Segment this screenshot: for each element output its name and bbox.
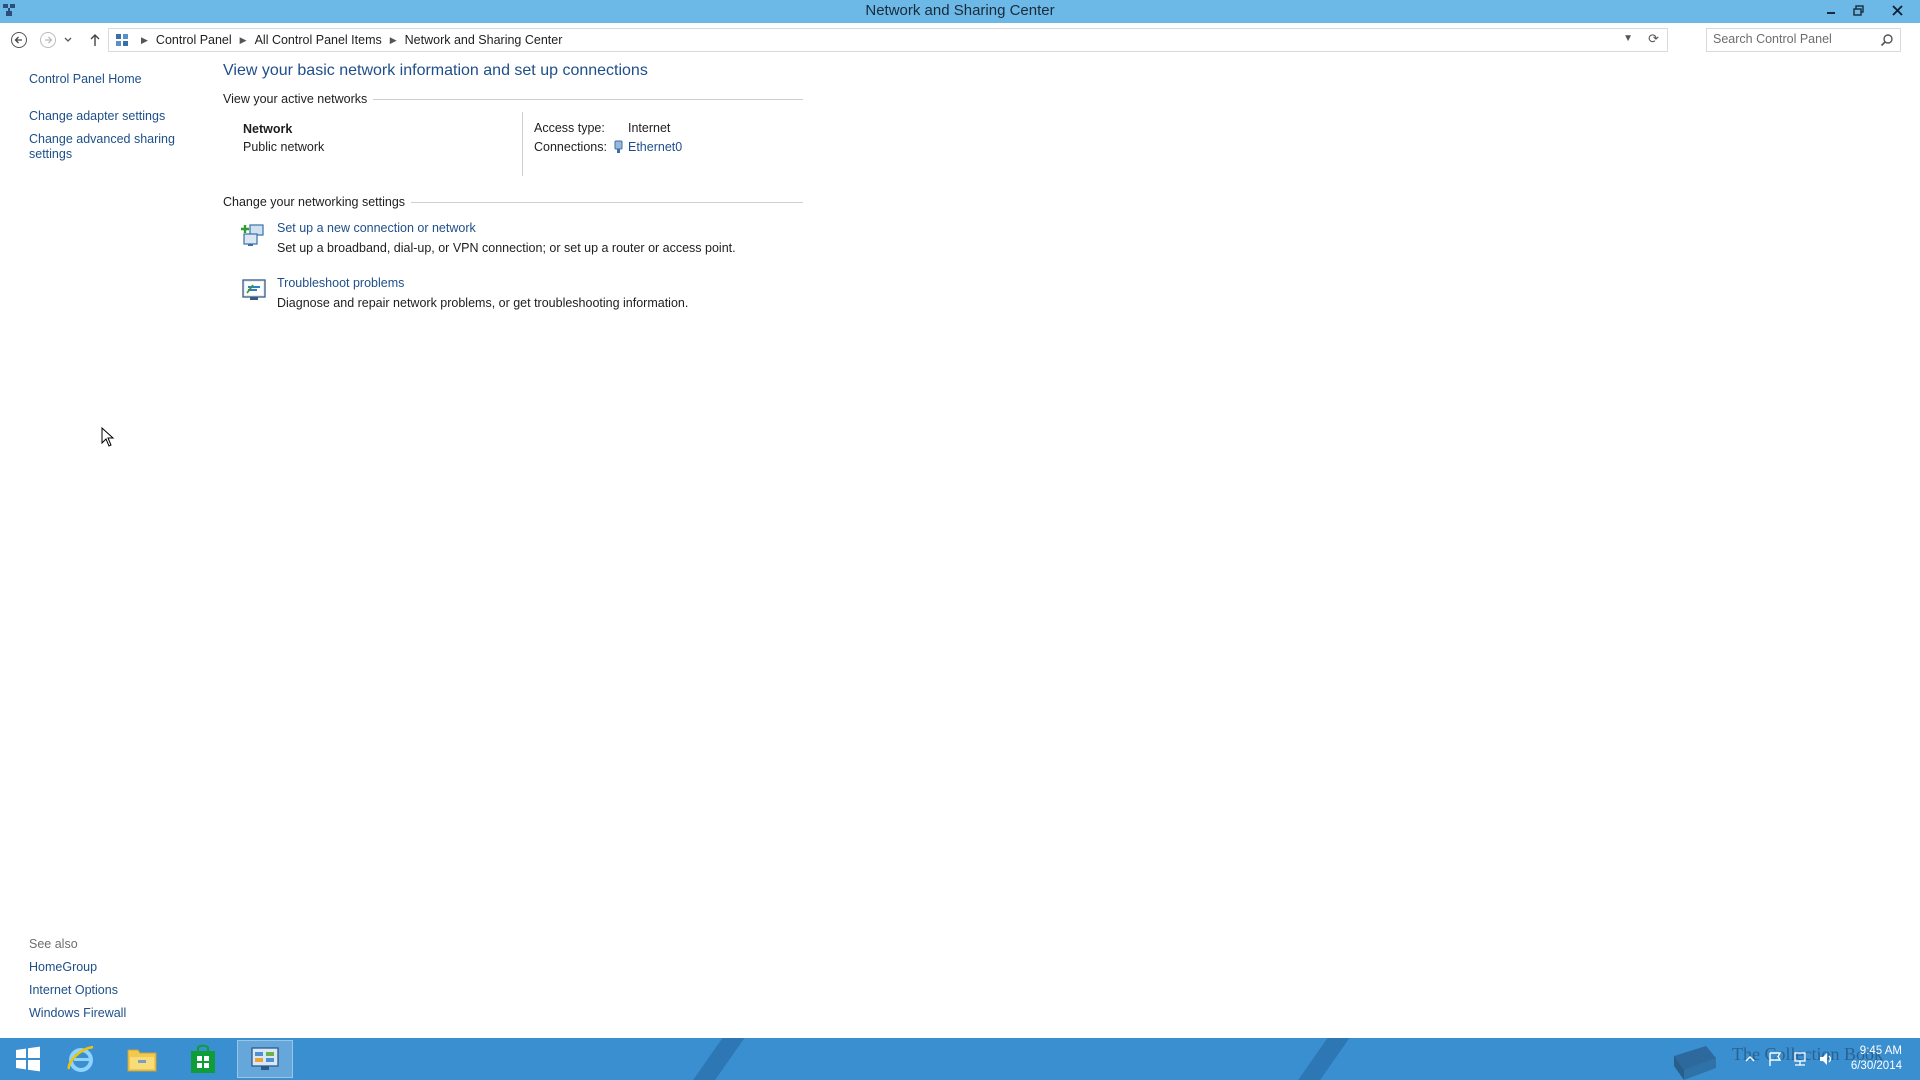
system-tray bbox=[1744, 1038, 1834, 1080]
breadcrumb-separator-icon[interactable]: ▶ bbox=[240, 35, 247, 46]
start-icon bbox=[16, 1046, 40, 1072]
internet-options-link[interactable]: Internet Options bbox=[29, 983, 209, 998]
up-button[interactable] bbox=[84, 29, 106, 51]
minimize-icon bbox=[1827, 12, 1835, 14]
minimize-button[interactable] bbox=[1818, 0, 1844, 20]
homegroup-link[interactable]: HomeGroup bbox=[29, 960, 209, 975]
setup-new-connection-link[interactable]: Set up a new connection or network bbox=[277, 221, 476, 236]
close-button[interactable] bbox=[1880, 0, 1914, 20]
change-advanced-sharing-link[interactable]: Change advanced sharing settings bbox=[29, 132, 179, 162]
recent-locations-button[interactable] bbox=[62, 29, 74, 51]
search-input[interactable] bbox=[1713, 32, 1873, 46]
vertical-divider bbox=[522, 112, 523, 176]
breadcrumb-all-items[interactable]: All Control Panel Items bbox=[255, 33, 382, 47]
control-panel-home-link[interactable]: Control Panel Home bbox=[29, 72, 189, 87]
connections-label: Connections: bbox=[534, 140, 607, 154]
start-button[interactable] bbox=[0, 1040, 56, 1078]
breadcrumb-network-center[interactable]: Network and Sharing Center bbox=[405, 33, 563, 47]
control-panel-icon bbox=[251, 1047, 279, 1070]
taskbar-decoration bbox=[1285, 1038, 1357, 1080]
forward-arrow-icon bbox=[40, 32, 56, 48]
window-title: Network and Sharing Center bbox=[865, 2, 1055, 19]
new-connection-icon bbox=[241, 224, 264, 246]
access-type-label: Access type: bbox=[534, 121, 605, 135]
refresh-icon[interactable]: ⟳ bbox=[1648, 31, 1659, 47]
internet-explorer-taskbar-button[interactable] bbox=[53, 1040, 109, 1078]
troubleshoot-description: Diagnose and repair network problems, or… bbox=[277, 296, 689, 310]
section-divider bbox=[373, 98, 803, 100]
change-adapter-settings-link[interactable]: Change adapter settings bbox=[29, 109, 189, 124]
chevron-down-icon bbox=[64, 37, 72, 42]
section-divider bbox=[411, 201, 803, 203]
page-title: View your basic network information and … bbox=[223, 62, 648, 79]
restore-button[interactable] bbox=[1845, 0, 1871, 20]
book-watermark-icon bbox=[1674, 1046, 1716, 1080]
main-content: View your basic network information and … bbox=[223, 62, 803, 331]
up-arrow-icon bbox=[90, 34, 100, 46]
mouse-cursor-icon bbox=[101, 427, 115, 447]
setup-connection-description: Set up a broadband, dial-up, or VPN conn… bbox=[277, 241, 736, 255]
taskbar: The Collection Book 9:45 AM 6/30/2014 bbox=[0, 1038, 1920, 1080]
restore-icon bbox=[1852, 4, 1864, 16]
network-name: Network bbox=[243, 122, 293, 136]
address-dropdown-icon[interactable]: ▼ bbox=[1623, 33, 1633, 44]
store-taskbar-button[interactable] bbox=[175, 1040, 231, 1078]
volume-icon[interactable] bbox=[1818, 1051, 1834, 1067]
left-pane: Control Panel Home Change adapter settin… bbox=[29, 72, 189, 170]
change-settings-header-label: Change your networking settings bbox=[223, 195, 406, 209]
clock-time: 9:45 AM bbox=[1859, 1045, 1902, 1057]
address-bar[interactable]: ▶ Control Panel ▶ All Control Panel Item… bbox=[108, 28, 1668, 52]
store-icon bbox=[191, 1044, 215, 1073]
file-explorer-taskbar-button[interactable] bbox=[114, 1040, 170, 1078]
see-also-header: See also bbox=[29, 937, 78, 951]
breadcrumb-separator-icon[interactable]: ▶ bbox=[390, 35, 397, 46]
troubleshoot-task: Troubleshoot problems Diagnose and repai… bbox=[223, 276, 803, 331]
back-button[interactable] bbox=[8, 29, 30, 51]
forward-button[interactable] bbox=[37, 29, 59, 51]
file-explorer-icon bbox=[127, 1049, 157, 1072]
access-type-value: Internet bbox=[628, 121, 671, 135]
breadcrumb-control-panel[interactable]: Control Panel bbox=[156, 33, 232, 47]
taskbar-decoration bbox=[680, 1038, 752, 1080]
taskbar-clock[interactable]: 9:45 AM 6/30/2014 bbox=[1851, 1044, 1902, 1074]
active-networks-section-header: View your active networks bbox=[223, 92, 803, 106]
troubleshoot-problems-link[interactable]: Troubleshoot problems bbox=[277, 276, 404, 291]
show-hidden-icons-icon[interactable] bbox=[1744, 1054, 1756, 1064]
troubleshoot-icon bbox=[242, 279, 266, 300]
change-settings-section-header: Change your networking settings bbox=[223, 195, 803, 209]
breadcrumb: ▶ Control Panel ▶ All Control Panel Item… bbox=[115, 33, 562, 47]
see-also-section: See also HomeGroup Internet Options Wind… bbox=[29, 937, 209, 1029]
windows-firewall-link[interactable]: Windows Firewall bbox=[29, 1006, 209, 1021]
back-arrow-icon bbox=[11, 32, 27, 48]
ethernet0-connection-link[interactable]: Ethernet0 bbox=[628, 140, 682, 155]
navigation-bar: ▶ Control Panel ▶ All Control Panel Item… bbox=[0, 27, 1920, 53]
search-icon[interactable] bbox=[1880, 33, 1894, 47]
network-type[interactable]: Public network bbox=[243, 140, 324, 154]
control-panel-small-icon bbox=[116, 34, 128, 46]
breadcrumb-separator-icon[interactable]: ▶ bbox=[141, 35, 148, 46]
action-center-flag-icon[interactable] bbox=[1768, 1051, 1782, 1067]
control-panel-taskbar-button[interactable] bbox=[237, 1040, 293, 1078]
active-networks-header-label: View your active networks bbox=[223, 92, 368, 106]
search-box[interactable] bbox=[1706, 28, 1901, 52]
internet-explorer-icon bbox=[67, 1045, 94, 1072]
network-status-icon[interactable] bbox=[1792, 1051, 1808, 1067]
title-bar: Network and Sharing Center bbox=[0, 0, 1920, 23]
ethernet-icon bbox=[614, 140, 623, 153]
active-network-panel: Network Public network Access type: Inte… bbox=[223, 112, 803, 192]
clock-date: 6/30/2014 bbox=[1850, 1060, 1902, 1072]
close-icon bbox=[1891, 4, 1903, 16]
setup-connection-task: Set up a new connection or network Set u… bbox=[223, 221, 803, 276]
